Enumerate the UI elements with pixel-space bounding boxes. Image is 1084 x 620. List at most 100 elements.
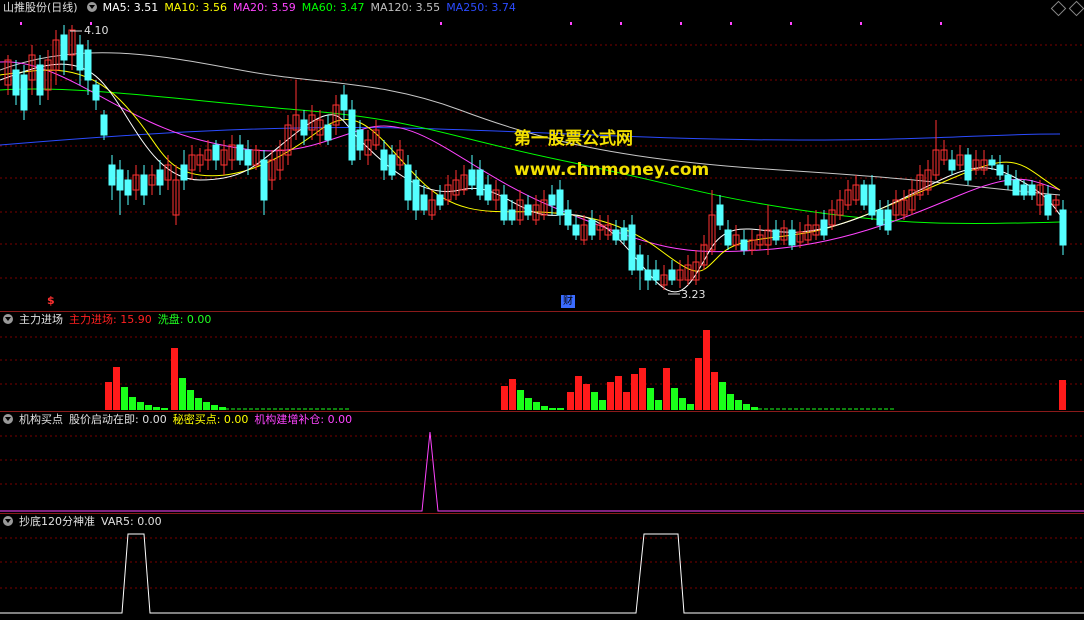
volume-bar xyxy=(631,374,638,410)
candle-body xyxy=(420,194,428,211)
candle-body xyxy=(244,149,252,166)
candle-body xyxy=(436,194,444,206)
volume-bar xyxy=(711,372,718,410)
watermark-title: 第一股票公式网 xyxy=(514,129,633,149)
volume-bar xyxy=(129,397,136,410)
volume-bar xyxy=(623,392,630,410)
volume-bar xyxy=(525,398,532,410)
candle-body xyxy=(572,224,580,236)
candle-body xyxy=(236,144,244,161)
var5-line xyxy=(0,533,1084,614)
candle-body xyxy=(620,227,628,241)
low-price-label: 3.23 xyxy=(681,288,706,301)
volume-bar xyxy=(575,376,582,410)
volume-bar xyxy=(695,358,702,410)
candle-body xyxy=(884,209,892,231)
indicator-panel-institution[interactable]: 机构买点 股价启动在即: 0.00 秘密买点: 0.00 机构建增补仓: 0.00 xyxy=(0,412,1084,513)
finance-event-marker[interactable]: 财 xyxy=(561,295,575,308)
volume-bar xyxy=(533,402,540,410)
candle-body xyxy=(716,204,724,226)
volume-bar xyxy=(121,387,128,410)
volume-bar xyxy=(607,382,614,410)
volume-bar xyxy=(639,368,646,410)
signal-dot xyxy=(680,22,682,25)
candle-body xyxy=(612,229,620,241)
volume-bar xyxy=(137,402,144,410)
candle-body xyxy=(140,174,148,196)
volume-bar xyxy=(671,388,678,410)
moving-average-line xyxy=(0,61,1061,253)
candle-body xyxy=(476,169,484,196)
candle-body xyxy=(500,194,508,221)
signal-dot xyxy=(940,22,942,25)
candle-body xyxy=(524,204,532,216)
volume-bar xyxy=(1059,380,1066,410)
candle-body xyxy=(588,219,596,236)
volume-bar xyxy=(599,400,606,410)
candle-body xyxy=(212,144,220,161)
candle-body xyxy=(36,64,44,96)
candle-body xyxy=(412,179,420,211)
candle-body xyxy=(300,119,308,136)
candlestick-chart xyxy=(0,22,1084,295)
volume-bar xyxy=(549,408,556,410)
main-chart-panel[interactable]: 山推股份(日线) MA5: 3.51 MA10: 3.56 MA20: 3.59 MA6… xyxy=(0,0,1084,311)
signal-dot xyxy=(570,22,572,25)
candle-body xyxy=(988,159,996,166)
candle-body xyxy=(508,209,516,221)
signal-dot xyxy=(440,22,442,25)
volume-bar xyxy=(211,405,218,410)
signal-dot xyxy=(860,22,862,25)
var5-signal-line xyxy=(0,533,1084,614)
volume-bar xyxy=(509,379,516,410)
candle-body xyxy=(1020,184,1028,196)
signal-dot xyxy=(730,22,732,25)
volume-bar xyxy=(615,376,622,410)
candle-body xyxy=(724,229,732,246)
volume-bar xyxy=(743,404,750,410)
candle-body xyxy=(564,209,572,226)
candle-body xyxy=(260,159,268,201)
candle-body xyxy=(1028,184,1036,196)
candle-body xyxy=(116,169,124,191)
indicator-panel-bottom-fishing[interactable]: 抄底120分神准 VAR5: 0.00 xyxy=(0,514,1084,620)
volume-bar xyxy=(541,406,548,410)
candle-body xyxy=(860,184,868,206)
candle-body xyxy=(12,69,20,96)
candle-body xyxy=(180,164,188,181)
candle-body xyxy=(60,34,68,61)
high-price-label: 4.10 xyxy=(84,24,109,37)
volume-bar xyxy=(567,392,574,410)
signal-dot xyxy=(790,22,792,25)
watermark-url: www.chnmoney.com xyxy=(514,160,710,180)
volume-bar xyxy=(727,394,734,410)
volume-bar xyxy=(187,390,194,410)
candle-body xyxy=(652,269,660,281)
candle-body xyxy=(548,194,556,206)
candle-body xyxy=(108,164,116,186)
volume-bar xyxy=(687,404,694,410)
candle-body xyxy=(20,74,28,111)
candle-body xyxy=(380,149,388,171)
volume-bar xyxy=(663,368,670,410)
candle-body xyxy=(404,164,412,201)
candle-body xyxy=(668,269,676,281)
volume-bar xyxy=(105,382,112,410)
indicator-panel-main-force[interactable]: 主力进场 主力进场: 15.90 洗盘: 0.00 xyxy=(0,312,1084,411)
candle-body xyxy=(156,169,164,186)
candle-body xyxy=(348,109,356,161)
candle-body xyxy=(468,169,476,186)
volume-bar xyxy=(517,390,524,410)
volume-bar xyxy=(647,388,654,410)
candle-body xyxy=(340,94,348,111)
volume-bar xyxy=(145,405,152,410)
candle-body xyxy=(868,184,876,216)
volume-bar xyxy=(161,408,168,410)
candle-body xyxy=(124,179,132,196)
candle-body xyxy=(84,49,92,81)
candle-body xyxy=(324,124,332,141)
candle-body xyxy=(100,114,108,136)
candle-body xyxy=(628,224,636,271)
volume-bar xyxy=(751,407,758,410)
volume-bar xyxy=(557,408,564,410)
